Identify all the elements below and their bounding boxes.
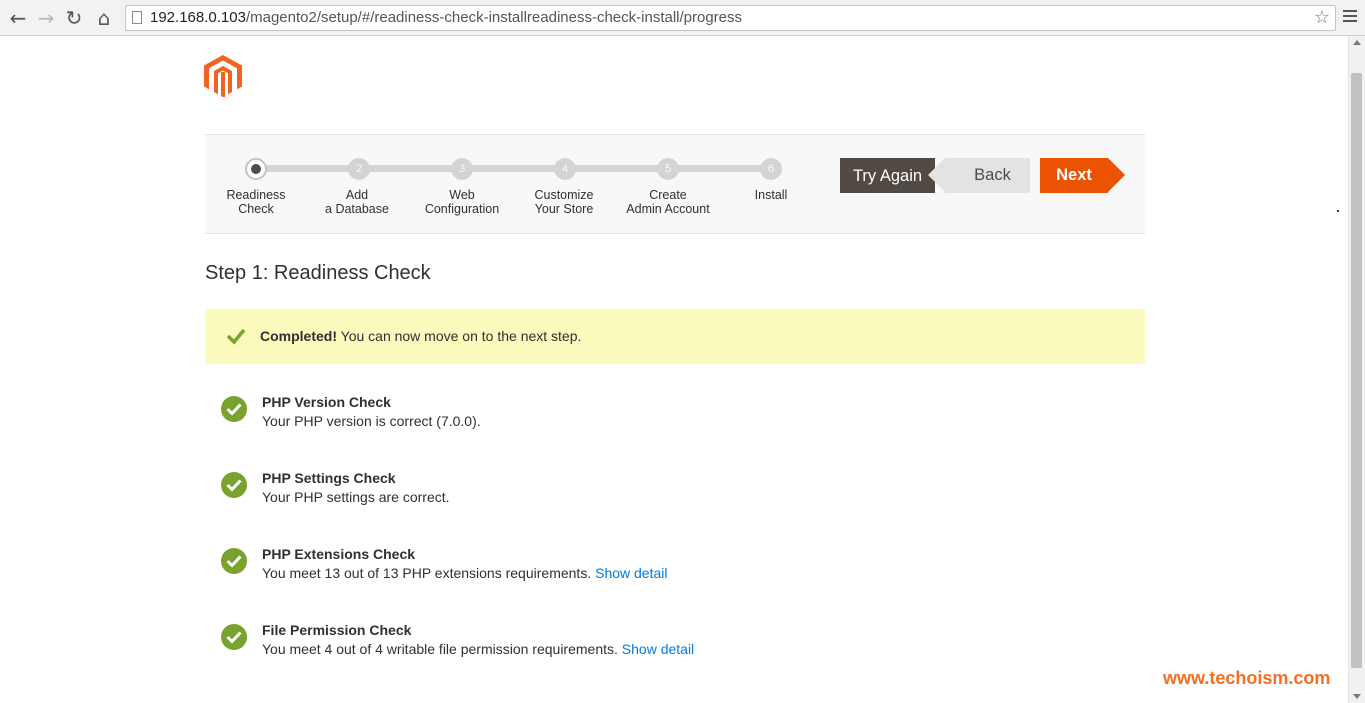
magento-logo-icon [204, 55, 242, 97]
bookmark-star-icon[interactable]: ☆ [1314, 6, 1330, 30]
step-6-label: Install [754, 188, 788, 202]
check-description: Your PHP version is correct (7.0.0). [262, 413, 481, 429]
step-4-indicator: 4 [554, 158, 576, 180]
forward-arrow-icon[interactable]: → [34, 6, 58, 30]
back-arrow-icon[interactable]: ← [6, 6, 30, 30]
step-5-indicator: 5 [657, 158, 679, 180]
url-text[interactable]: 192.168.0.103/magento2/setup/#/readiness… [150, 6, 742, 30]
setup-wizard-nav: 2 3 4 5 6 Readiness Check Add a Database… [205, 134, 1145, 234]
check-desc-text: Your PHP version is correct (7.0.0). [262, 413, 481, 429]
step-6-indicator: 6 [760, 158, 782, 180]
progress-track [256, 165, 771, 172]
page-title: Step 1: Readiness Check [205, 262, 431, 284]
show-detail-link[interactable]: Show detail [622, 641, 694, 657]
check-item-file-permission: File Permission Check You meet 4 out of … [221, 622, 1121, 668]
check-passed-icon [221, 624, 247, 650]
check-desc-text: You meet 4 out of 4 writable file permis… [262, 641, 618, 657]
step-5-label: Create Admin Account [626, 188, 710, 216]
try-again-button[interactable]: Try Again [840, 158, 935, 193]
back-button[interactable]: Back [928, 158, 1030, 193]
check-description: You meet 4 out of 4 writable file permis… [262, 641, 694, 657]
url-path: /magento2/setup/#/readiness-check-instal… [245, 9, 743, 26]
check-description: You meet 13 out of 13 PHP extensions req… [262, 565, 668, 581]
address-bar[interactable]: 192.168.0.103/magento2/setup/#/readiness… [125, 5, 1336, 31]
success-detail: You can now move on to the next step. [337, 328, 582, 344]
check-item-php-version: PHP Version Check Your PHP version is co… [221, 394, 1121, 440]
reload-icon[interactable]: ↻ [62, 6, 86, 30]
scroll-thumb[interactable] [1351, 73, 1362, 668]
success-text: Completed! You can now move on to the ne… [260, 309, 581, 364]
step-2-label: Add a Database [325, 188, 389, 216]
step-2-indicator: 2 [348, 158, 370, 180]
success-strong: Completed! [260, 328, 337, 344]
step-4-label: Customize Your Store [534, 188, 594, 216]
check-item-php-extensions: PHP Extensions Check You meet 13 out of … [221, 546, 1121, 592]
show-detail-link[interactable]: Show detail [595, 565, 667, 581]
checkmark-icon [226, 328, 246, 345]
check-title: PHP Settings Check [262, 470, 396, 486]
check-item-php-settings: PHP Settings Check Your PHP settings are… [221, 470, 1121, 516]
step-1-indicator [245, 158, 267, 180]
browser-menu-icon[interactable] [1343, 10, 1357, 26]
watermark: www.techoism.com [1163, 668, 1331, 688]
check-passed-icon [221, 396, 247, 422]
check-title: PHP Extensions Check [262, 546, 416, 562]
check-passed-icon [221, 472, 247, 498]
check-title: PHP Version Check [262, 394, 391, 410]
url-host: 192.168.0.103 [150, 9, 246, 26]
check-title: File Permission Check [262, 622, 412, 638]
scroll-up-arrow-icon[interactable] [1353, 40, 1361, 45]
scroll-down-arrow-icon[interactable] [1353, 694, 1361, 699]
check-desc-text: You meet 13 out of 13 PHP extensions req… [262, 565, 592, 581]
step-3-indicator: 3 [451, 158, 473, 180]
stray-dot [1337, 210, 1339, 212]
check-description: Your PHP settings are correct. [262, 489, 450, 505]
home-icon[interactable]: ⌂ [92, 6, 116, 30]
next-button[interactable]: Next [1040, 158, 1125, 193]
page-icon [132, 11, 142, 24]
success-message: Completed! You can now move on to the ne… [205, 309, 1145, 364]
check-passed-icon [221, 548, 247, 574]
browser-toolbar: ← → ↻ ⌂ 192.168.0.103/magento2/setup/#/r… [0, 0, 1365, 36]
check-desc-text: Your PHP settings are correct. [262, 489, 450, 505]
page-scrollbar[interactable] [1348, 36, 1365, 703]
